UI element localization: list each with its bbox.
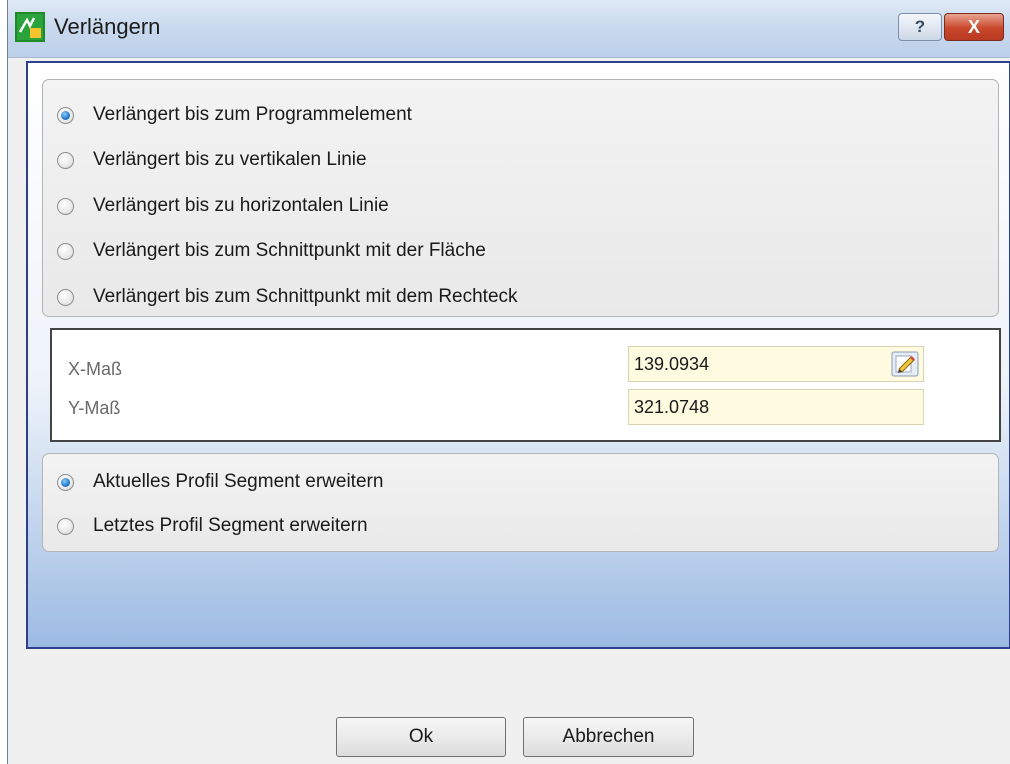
- radio-option-vertical-line[interactable]: Verlängert bis zu vertikalen Linie: [57, 145, 367, 175]
- radio-label: Verlängert bis zu horizontalen Linie: [93, 195, 389, 216]
- radio-option-program-element[interactable]: Verlängert bis zum Programmelement: [57, 100, 412, 130]
- segment-mode-group: Aktuelles Profil Segment erweitern Letzt…: [42, 453, 999, 552]
- dialog-content: Verlängert bis zum Programmelement Verlä…: [26, 61, 1010, 649]
- y-dimension-input[interactable]: 321.0748: [628, 389, 924, 425]
- radio-button[interactable]: [57, 473, 74, 491]
- ok-button[interactable]: Ok: [336, 717, 506, 757]
- cancel-button[interactable]: Abbrechen: [523, 717, 694, 757]
- title-bar[interactable]: Verlängern ? X: [8, 0, 1010, 58]
- radio-label: Aktuelles Profil Segment erweitern: [93, 471, 384, 492]
- help-button[interactable]: ?: [898, 13, 942, 41]
- radio-option-rectangle-intersection[interactable]: Verlängert bis zum Schnittpunkt mit dem …: [57, 282, 518, 312]
- radio-label: Verlängert bis zum Schnittpunkt mit der …: [93, 240, 486, 261]
- dimensions-panel: X-Maß 139.0934 Y-Maß 321.0748: [50, 328, 1001, 442]
- radio-button[interactable]: [57, 517, 74, 535]
- close-button[interactable]: X: [944, 13, 1004, 41]
- x-dimension-label: X-Maß: [68, 359, 122, 379]
- radio-option-surface-intersection[interactable]: Verlängert bis zum Schnittpunkt mit der …: [57, 236, 486, 266]
- radio-option-horizontal-line[interactable]: Verlängert bis zu horizontalen Linie: [57, 191, 389, 221]
- radio-option-last-segment[interactable]: Letztes Profil Segment erweitern: [57, 511, 368, 541]
- edit-icon[interactable]: [891, 351, 919, 377]
- window-title: Verlängern: [54, 14, 161, 39]
- radio-option-current-segment[interactable]: Aktuelles Profil Segment erweitern: [57, 467, 383, 497]
- radio-button[interactable]: [57, 197, 74, 215]
- y-dimension-value: 321.0748: [634, 397, 710, 417]
- radio-button[interactable]: [57, 242, 74, 260]
- extend-mode-group: Verlängert bis zum Programmelement Verlä…: [42, 79, 999, 317]
- dialog-window: Verlängern ? X Verlängert bis zum Progra…: [7, 0, 1010, 764]
- radio-label: Letztes Profil Segment erweitern: [93, 515, 368, 536]
- y-dimension-label: Y-Maß: [68, 398, 121, 418]
- radio-button[interactable]: [57, 288, 74, 306]
- app-icon: [15, 12, 45, 42]
- x-dimension-input[interactable]: 139.0934: [628, 346, 924, 382]
- radio-label: Verlängert bis zu vertikalen Linie: [93, 149, 367, 170]
- x-dimension-value: 139.0934: [634, 354, 710, 374]
- radio-button[interactable]: [57, 106, 74, 124]
- radio-label: Verlängert bis zum Programmelement: [93, 104, 412, 125]
- radio-button[interactable]: [57, 151, 74, 169]
- radio-label: Verlängert bis zum Schnittpunkt mit dem …: [93, 286, 518, 307]
